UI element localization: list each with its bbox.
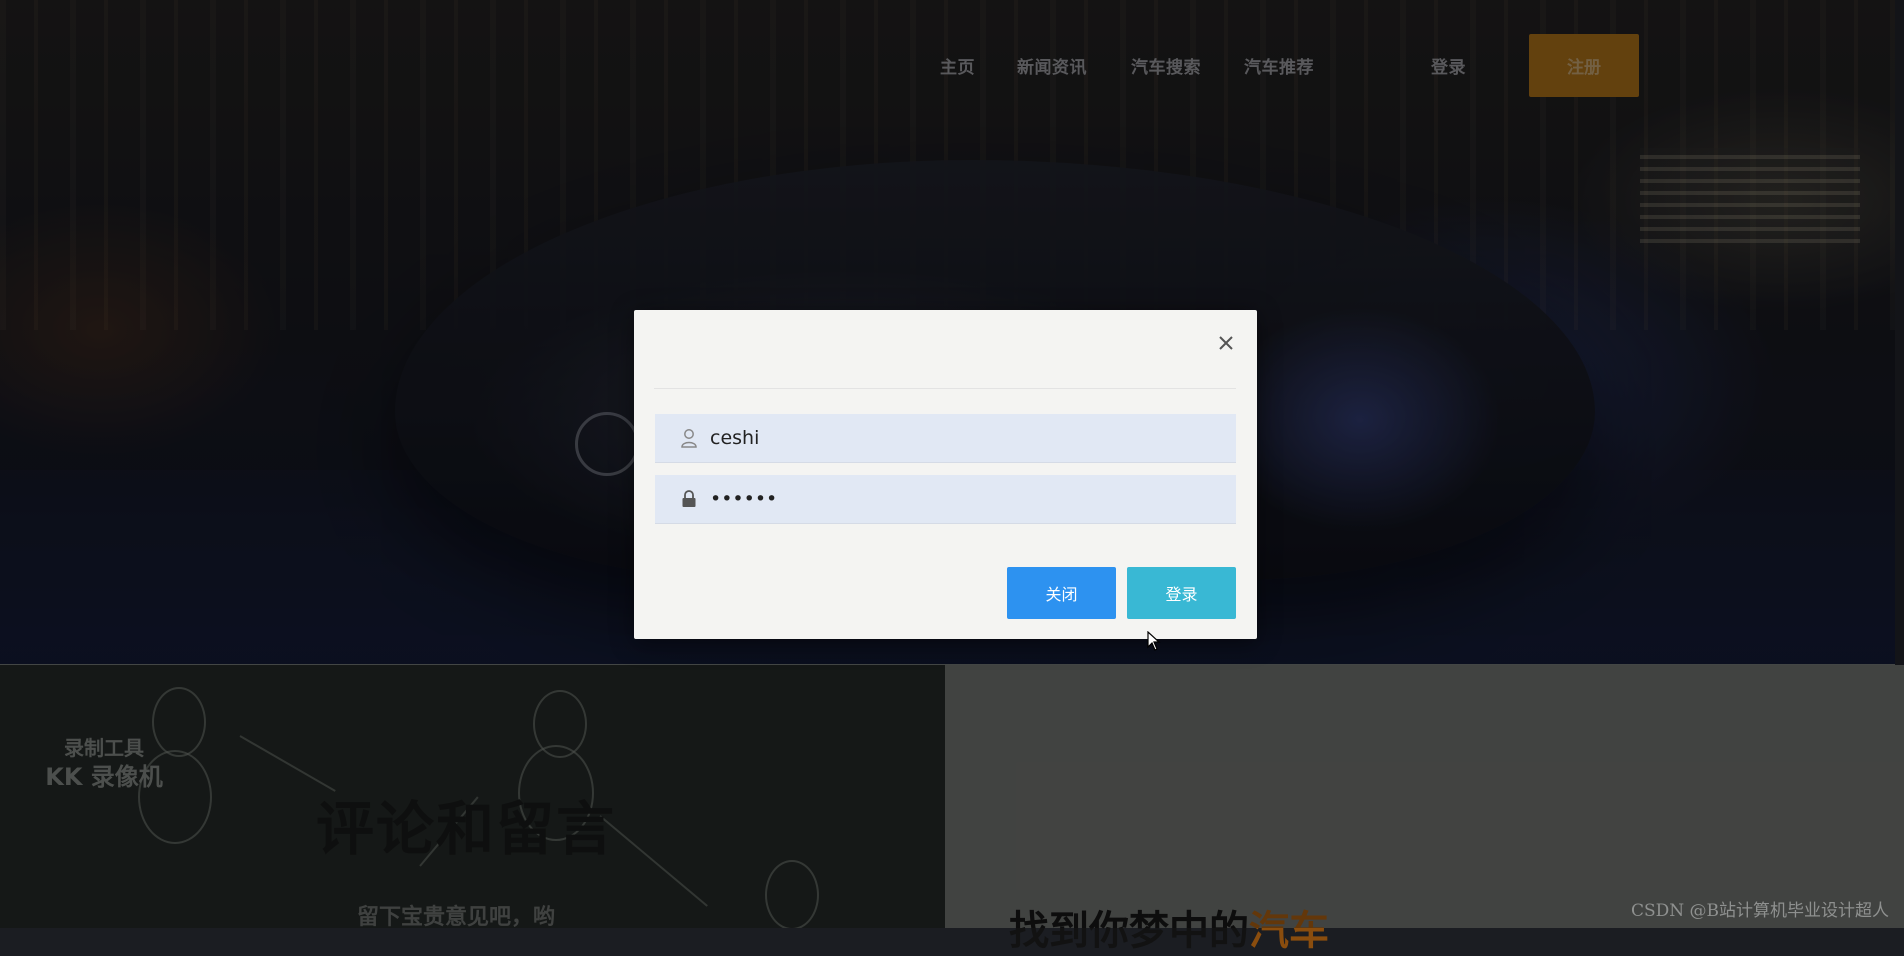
close-button[interactable]: 关闭	[1007, 567, 1116, 619]
mouse-cursor-icon	[1147, 630, 1161, 655]
lock-icon	[677, 487, 701, 511]
login-button[interactable]: 登录	[1127, 567, 1236, 619]
username-input[interactable]	[710, 414, 1220, 462]
close-icon[interactable]	[1215, 332, 1237, 354]
modal-divider	[654, 388, 1236, 389]
password-field[interactable]	[655, 475, 1236, 524]
password-input[interactable]	[710, 475, 1220, 523]
user-icon	[677, 426, 701, 450]
login-modal: 关闭 登录	[634, 310, 1257, 639]
username-field[interactable]	[655, 414, 1236, 463]
